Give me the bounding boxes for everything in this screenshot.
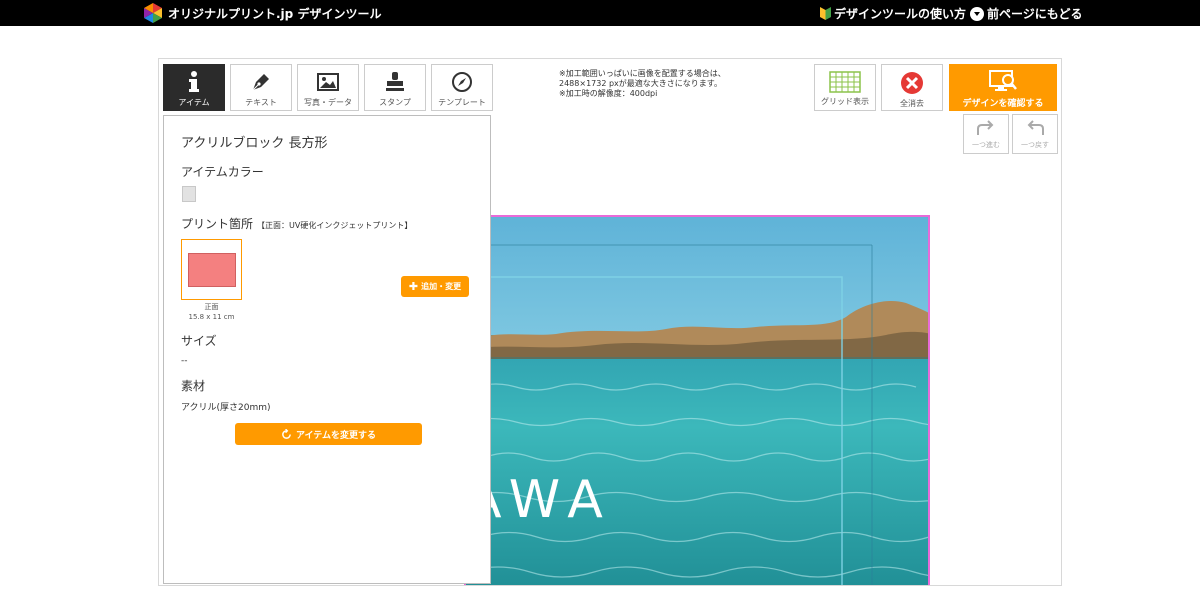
design-canvas[interactable]: AWA: [464, 215, 930, 585]
grid-toggle-label: グリッド表示: [821, 97, 869, 106]
stamp-icon: [386, 72, 404, 91]
print-method: 【正面：UV硬化インクジェットプリント】: [257, 221, 413, 230]
print-area-preview: [187, 252, 236, 287]
image-icon: [317, 73, 339, 91]
sea-photo: AWA: [466, 217, 928, 585]
monitor-search-icon: [989, 70, 1017, 91]
add-change-label: 追加・変更: [421, 282, 462, 291]
brand-title: オリジナルプリント.jp デザインツール: [168, 7, 382, 21]
help-link-label: デザインツールの使い方: [834, 7, 967, 21]
plus-icon: ✚: [408, 280, 419, 293]
material-value: アクリル(厚さ20mm): [181, 403, 271, 413]
tool-stamp[interactable]: スタンプ: [364, 64, 426, 111]
print-area-heading: プリント箇所: [181, 217, 254, 231]
beginner-mark-icon: [820, 7, 831, 20]
top-bar: オリジナルプリント.jp デザインツール デザインツールの使い方 前ページにもど…: [0, 0, 1200, 26]
notice-line: 2488×1732 pxが最適な大きさになります。: [559, 79, 722, 88]
size-value: --: [181, 356, 188, 366]
material-heading: 素材: [181, 379, 206, 393]
item-title: アクリルブロック 長方形: [181, 136, 328, 151]
print-area-heading-row: プリント箇所 【正面：UV硬化インクジェットプリント】: [181, 215, 412, 232]
print-area-thumbnail[interactable]: [181, 239, 242, 300]
item-panel: アクリルブロック 長方形 アイテムカラー プリント箇所 【正面：UV硬化インクジェ…: [163, 115, 491, 584]
refresh-icon: [282, 428, 291, 439]
confirm-design-label: デザインを確認する: [962, 99, 1044, 109]
confirm-design-button[interactable]: デザインを確認する: [949, 64, 1057, 111]
tool-item[interactable]: アイテム: [163, 64, 225, 111]
undo-button[interactable]: 一つ戻す: [1012, 114, 1058, 154]
tool-text-label: テキスト: [245, 98, 277, 107]
info-icon: [189, 71, 199, 92]
tool-template-label: テンプレート: [438, 98, 486, 107]
add-change-button[interactable]: ✚ 追加・変更: [401, 276, 469, 297]
back-link-label: 前ページにもどる: [987, 7, 1083, 21]
back-link[interactable]: 前ページにもどる: [970, 5, 1083, 22]
undo-label: 一つ戻す: [1021, 141, 1049, 149]
tool-photo-label: 写真・データ: [304, 98, 352, 107]
grid-icon: [829, 71, 861, 93]
print-area-size: 15.8 x 11 cm: [188, 313, 235, 321]
change-item-label: アイテムを変更する: [295, 430, 377, 441]
item-color-swatch[interactable]: [182, 186, 196, 202]
tool-stamp-label: スタンプ: [379, 98, 411, 107]
tool-photo[interactable]: 写真・データ: [297, 64, 359, 111]
close-circle-icon: [901, 72, 923, 94]
notice-line: ※加工時の解像度：400dpi: [559, 89, 658, 98]
item-color-heading: アイテムカラー: [181, 165, 264, 179]
clear-all-label: 全消去: [900, 99, 924, 108]
notice-line: ※加工範囲いっぱいに画像を配置する場合は、: [559, 69, 726, 78]
clear-all-button[interactable]: 全消去: [881, 64, 943, 111]
print-area-name: 正面: [204, 303, 219, 311]
redo-button[interactable]: 一つ進む: [963, 114, 1009, 154]
resolution-notice: ※加工範囲いっぱいに画像を配置する場合は、 2488×1732 pxが最適な大き…: [559, 69, 779, 99]
undo-icon: [1027, 120, 1044, 135]
tool-text[interactable]: テキスト: [230, 64, 292, 111]
change-item-button[interactable]: アイテムを変更する: [235, 423, 422, 445]
back-arrow-icon: [970, 6, 984, 21]
logo-icon: [144, 3, 162, 23]
redo-label: 一つ進む: [972, 141, 1000, 149]
size-heading: サイズ: [181, 334, 217, 348]
design-area: AWA アイテム テキスト 写真・データ スタンプ テンプレート ※加工範囲いっ…: [158, 58, 1062, 586]
help-link[interactable]: デザインツールの使い方: [820, 5, 966, 22]
tool-template[interactable]: テンプレート: [431, 64, 493, 111]
redo-icon: [977, 120, 994, 135]
compass-icon: [452, 72, 472, 92]
pen-icon: [252, 74, 269, 91]
grid-toggle-button[interactable]: グリッド表示: [814, 64, 876, 111]
tool-item-label: アイテム: [178, 98, 210, 107]
